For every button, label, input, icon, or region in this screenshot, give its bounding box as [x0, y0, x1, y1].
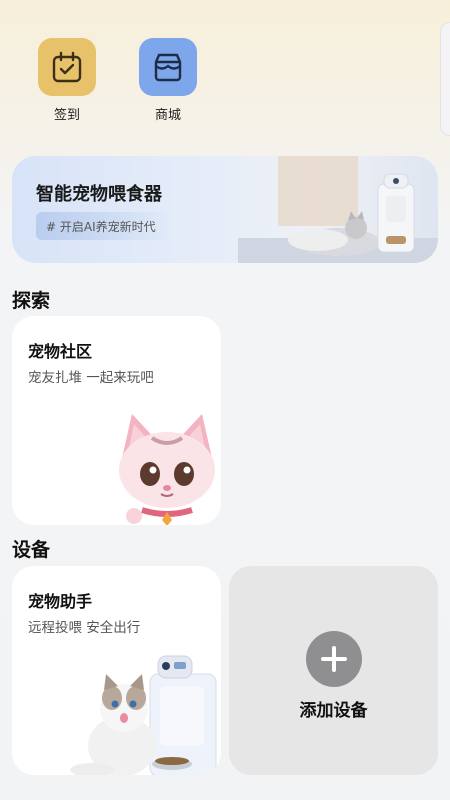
- assistant-title: 宠物助手: [28, 592, 93, 611]
- add-device-label: 添加设备: [299, 701, 368, 721]
- banner-tag: # 开启AI养宠新时代: [36, 212, 170, 240]
- assistant-subtitle: 远程投喂 安全出行: [28, 620, 141, 636]
- add-device-card[interactable]: 添加设备: [229, 566, 438, 775]
- smart-feeder-banner[interactable]: 智能宠物喂食器 # 开启AI养宠新时代: [12, 156, 438, 263]
- cartoon-cat-illustration: [119, 414, 215, 525]
- mall-label: 商城: [154, 108, 181, 123]
- feeder-ragdoll-illustration: [70, 655, 217, 775]
- plus-icon: [306, 631, 362, 687]
- checkin-shortcut[interactable]: 签到: [27, 38, 107, 123]
- community-title: 宠物社区: [28, 342, 93, 361]
- devices-section-title: 设备: [12, 539, 51, 561]
- checkin-label: 签到: [53, 108, 80, 123]
- banner-title: 智能宠物喂食器: [36, 184, 162, 205]
- explore-section-title: 探索: [12, 290, 51, 312]
- pet-assistant-card[interactable]: 宠物助手 远程投喂 安全出行: [12, 566, 221, 775]
- pet-community-card[interactable]: 宠物社区 宠友扎堆 一起来玩吧: [12, 316, 221, 525]
- side-drawer-handle[interactable]: [440, 22, 450, 136]
- feeder-cat-illustration: [238, 156, 438, 263]
- store-icon: [139, 38, 197, 96]
- calendar-check-icon: [38, 38, 96, 96]
- mall-shortcut[interactable]: 商城: [128, 38, 208, 123]
- community-subtitle: 宠友扎堆 一起来玩吧: [28, 370, 154, 386]
